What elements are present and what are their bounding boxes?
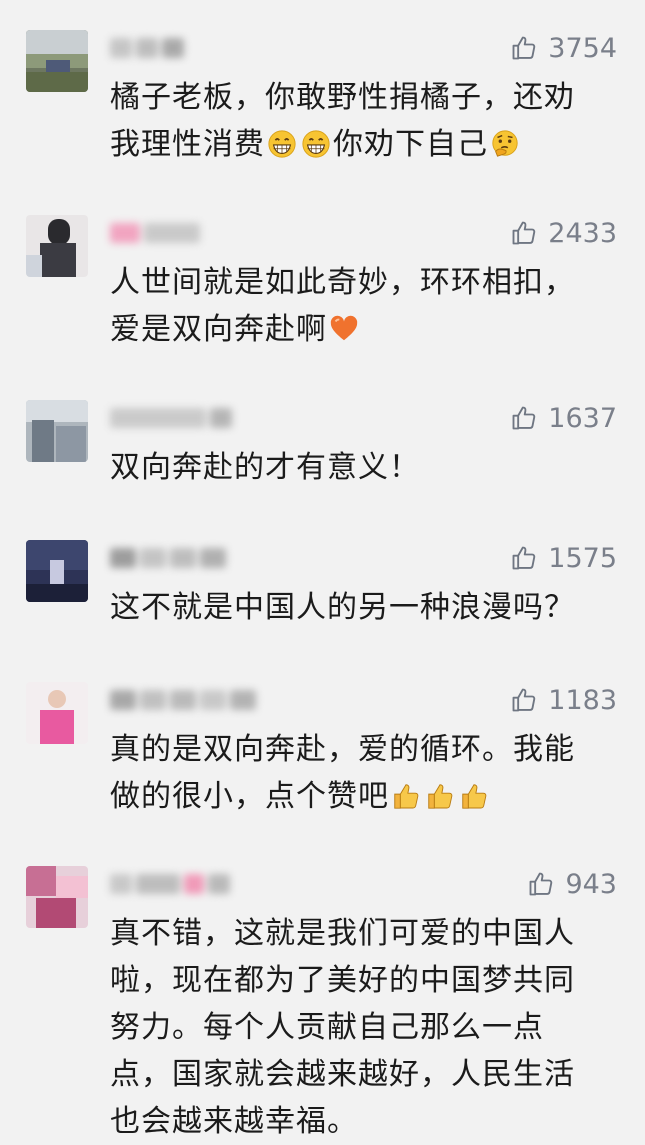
comment-text: 双向奔赴的才有意义！ <box>110 444 610 491</box>
thumbs-up-icon <box>512 221 536 245</box>
comment-line: 点，国家就会越来越好，人民生活 <box>110 1057 575 1092</box>
username[interactable] <box>110 686 256 714</box>
comment-line: 真不错，这就是我们可爱的中国人 <box>110 916 575 951</box>
avatar[interactable] <box>26 682 88 744</box>
like-button[interactable]: 943 <box>527 866 617 902</box>
username[interactable] <box>110 34 184 62</box>
thumbs-up-icon <box>512 688 536 712</box>
like-button[interactable]: 1637 <box>510 400 617 436</box>
like-count: 2433 <box>548 217 617 249</box>
thinking-face-icon <box>492 130 518 157</box>
comment-line: 努力。每个人贡献自己那么一点 <box>110 1010 544 1045</box>
comment-line: 我理性消费 <box>110 127 265 162</box>
comment-line: 人世间就是如此奇妙，环环相扣， <box>110 265 575 300</box>
comment-line: 这不就是中国人的另一种浪漫吗？ <box>110 590 575 625</box>
comment-text: 真的是双向奔赴，爱的循环。我能 做的很小，点个赞吧 <box>110 726 610 820</box>
thumbs-up-icon <box>530 872 553 896</box>
grinning-face-icon <box>268 130 296 158</box>
like-button[interactable]: 2433 <box>510 215 617 251</box>
avatar[interactable] <box>26 540 88 602</box>
like-button[interactable]: 1575 <box>510 540 617 576</box>
like-count: 1637 <box>548 402 617 434</box>
username[interactable] <box>110 404 232 432</box>
like-count: 943 <box>565 868 617 900</box>
thumbs-up-icon <box>512 546 536 570</box>
comment-line: 啦，现在都为了美好的中国梦共同 <box>110 963 575 998</box>
orange-heart-icon <box>330 315 358 341</box>
comment-text: 真不错，这就是我们可爱的中国人 啦，现在都为了美好的中国梦共同 努力。每个人贡献… <box>110 910 610 1145</box>
like-button[interactable]: 3754 <box>510 30 617 66</box>
comment-line: 也会越来越幸福。 <box>110 1104 358 1139</box>
thumbs-up-icon <box>512 406 536 430</box>
thumbs-up-icon <box>394 784 419 809</box>
comment-line: 真的是双向奔赴，爱的循环。我能 <box>110 732 575 767</box>
comment-line: 爱是双向奔赴啊 <box>110 312 327 347</box>
like-count: 3754 <box>548 32 617 64</box>
comment-text: 这不就是中国人的另一种浪漫吗？ <box>110 584 610 631</box>
comment-text: 人世间就是如此奇妙，环环相扣， 爱是双向奔赴啊 <box>110 259 610 353</box>
thumbs-up-icon <box>512 36 536 60</box>
grinning-face-icon <box>302 130 330 158</box>
username[interactable] <box>110 219 200 247</box>
avatar[interactable] <box>26 400 88 462</box>
like-button[interactable]: 1183 <box>510 682 617 718</box>
comment-line: 双向奔赴的才有意义！ <box>110 450 420 485</box>
username[interactable] <box>110 870 230 898</box>
like-count: 1575 <box>548 542 617 574</box>
avatar[interactable] <box>26 30 88 92</box>
username[interactable] <box>110 544 226 572</box>
comment-line: 你劝下自己 <box>333 127 488 162</box>
avatar[interactable] <box>26 866 88 928</box>
like-count: 1183 <box>548 684 617 716</box>
thumbs-up-icon <box>428 784 453 809</box>
comment-text: 橘子老板，你敢野性捐橘子，还劝 我理性消费 你劝下自己 <box>110 74 610 168</box>
comment-line: 橘子老板，你敢野性捐橘子，还劝 <box>110 80 575 115</box>
thumbs-up-icon <box>462 784 487 809</box>
avatar[interactable] <box>26 215 88 277</box>
comment-line: 做的很小，点个赞吧 <box>110 779 389 814</box>
